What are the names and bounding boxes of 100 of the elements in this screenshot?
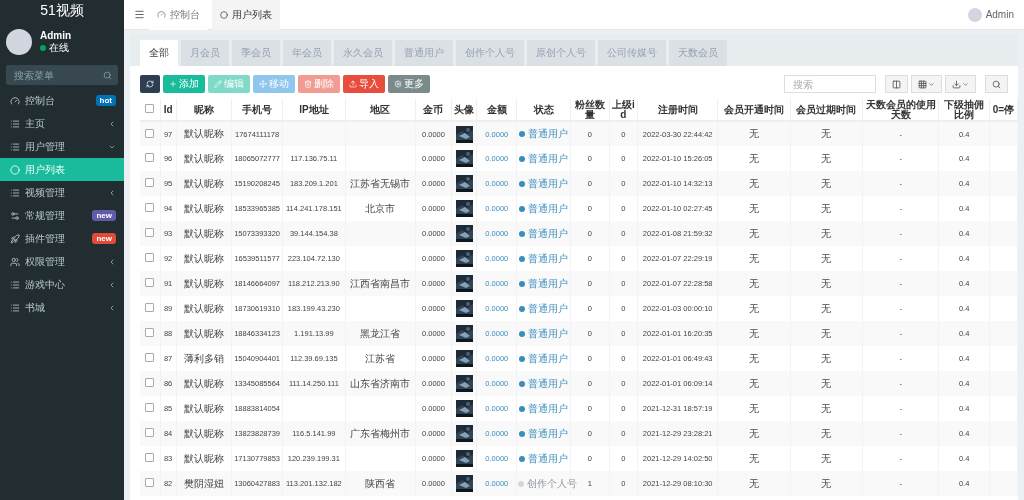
- status-label: 普通用户: [519, 351, 568, 366]
- table-cell: 无: [749, 402, 760, 414]
- checkbox[interactable]: [145, 128, 155, 138]
- sidebar-item[interactable]: 游戏中心: [0, 273, 124, 296]
- checkbox[interactable]: [145, 428, 155, 437]
- checkbox[interactable]: [145, 253, 155, 262]
- sidebar-item[interactable]: 权限管理: [0, 250, 124, 273]
- sidebar-item[interactable]: 书城: [0, 296, 124, 319]
- filter-tab[interactable]: 天数会员: [669, 40, 727, 66]
- add-button[interactable]: 添加: [163, 75, 205, 93]
- column-header: Id: [163, 103, 173, 115]
- more-button[interactable]: 更多: [388, 75, 430, 93]
- table-cell: 无: [749, 377, 760, 389]
- table-cell: 无: [749, 152, 760, 164]
- export-button[interactable]: [945, 75, 976, 93]
- table-cell: 无: [749, 252, 760, 264]
- menu-badge: new: [92, 210, 116, 221]
- table-cell: 无: [749, 477, 760, 489]
- refresh-button[interactable]: [140, 75, 160, 93]
- columns-icon: [892, 79, 901, 89]
- checkbox[interactable]: [145, 478, 155, 487]
- online-dot: [40, 44, 46, 51]
- user-name: Admin: [985, 9, 1014, 20]
- status-label: 普通用户: [519, 226, 568, 241]
- page-tab[interactable]: 用户列表: [212, 0, 280, 30]
- sidebar-item[interactable]: 控制台 hot: [0, 89, 124, 112]
- column-header: 手机号: [242, 103, 273, 115]
- import-button[interactable]: 导入: [343, 75, 385, 93]
- pencil-icon: [214, 80, 222, 88]
- filter-tab[interactable]: 永久会员: [334, 40, 392, 66]
- move-icon: [259, 80, 267, 88]
- column-header: 0=停: [992, 103, 1015, 115]
- circle-icon: [220, 10, 228, 19]
- table-cell: 无: [821, 452, 832, 464]
- checkbox[interactable]: [145, 353, 155, 362]
- sidebar-item[interactable]: 常规管理 new: [0, 204, 124, 227]
- checkbox[interactable]: [145, 228, 155, 237]
- checkbox[interactable]: [145, 378, 155, 387]
- column-header: 昵称: [193, 103, 214, 115]
- checkbox[interactable]: [145, 203, 155, 212]
- sidebar-item[interactable]: 插件管理 new: [0, 227, 124, 250]
- status-label: 普通用户: [519, 451, 568, 466]
- refresh-icon: [146, 80, 154, 88]
- status-label: 普通用户: [519, 176, 568, 191]
- table-cell: 默认昵称: [183, 277, 224, 289]
- status-label: 普通用户: [519, 326, 568, 341]
- search-field[interactable]: 搜索: [784, 75, 876, 93]
- search-button[interactable]: [985, 75, 1008, 93]
- column-header: 会员开通时间: [724, 103, 785, 115]
- download-icon: [952, 79, 961, 89]
- table-cell: 默认昵称: [183, 452, 224, 464]
- filter-tab[interactable]: 月会员: [181, 40, 229, 66]
- checkbox[interactable]: [145, 153, 155, 162]
- checkbox[interactable]: [145, 453, 155, 462]
- table-cell: 无: [749, 452, 760, 464]
- table-cell: 默认昵称: [183, 327, 224, 339]
- table-cell: 无: [821, 477, 832, 489]
- list-icon: [10, 302, 20, 313]
- checkbox[interactable]: [145, 104, 155, 113]
- columns-button[interactable]: [885, 75, 908, 93]
- sidebar-item[interactable]: 主页: [0, 112, 124, 135]
- status-label: 普通用户: [519, 301, 568, 316]
- table-cell: 北京市: [365, 202, 396, 214]
- sidebar-item[interactable]: 用户列表: [0, 158, 124, 181]
- table-cell: 无: [749, 427, 760, 439]
- menu-icon[interactable]: [134, 9, 145, 20]
- sidebar-item[interactable]: 视频管理: [0, 181, 124, 204]
- table-cell: 广东省梅州市: [350, 427, 411, 439]
- table-cell: 江西省南昌市: [350, 277, 411, 289]
- status-label: 普通用户: [519, 251, 568, 266]
- checkbox[interactable]: [145, 403, 155, 412]
- menu-search-field[interactable]: 搜索菜单: [6, 65, 118, 85]
- sidebar-item[interactable]: 用户管理: [0, 135, 124, 158]
- list-icon: [10, 279, 20, 290]
- menu-search-input[interactable]: 搜索菜单: [12, 68, 92, 82]
- column-header: 上级id: [612, 98, 635, 120]
- table-cell: 无: [749, 302, 760, 314]
- status-label: 普通用户: [519, 426, 568, 441]
- checkbox[interactable]: [145, 303, 155, 312]
- filter-tab[interactable]: 普通用户: [395, 40, 453, 66]
- table-cell: 无: [821, 202, 832, 214]
- status-label: 普通用户: [519, 201, 568, 216]
- table-cell: 默认昵称: [183, 402, 224, 414]
- list-icon: [10, 187, 20, 198]
- checkbox[interactable]: [145, 178, 155, 187]
- status-label: 普通用户: [519, 376, 568, 391]
- table-cell: 默认昵称: [183, 177, 224, 189]
- caret-icon: [962, 80, 969, 88]
- table-cell: 陕西省: [365, 477, 396, 489]
- grid-view-button[interactable]: [911, 75, 942, 93]
- column-header: 头像: [454, 103, 475, 115]
- filter-tab[interactable]: 年会员: [283, 40, 331, 66]
- checkbox[interactable]: [145, 328, 155, 337]
- search-icon: [992, 79, 1001, 89]
- avatar: [6, 29, 32, 55]
- filter-tab[interactable]: 全部: [140, 40, 178, 66]
- search-icon: [103, 70, 112, 80]
- circle-icon: [10, 164, 20, 175]
- table-cell: 无: [749, 327, 760, 339]
- checkbox[interactable]: [145, 278, 155, 287]
